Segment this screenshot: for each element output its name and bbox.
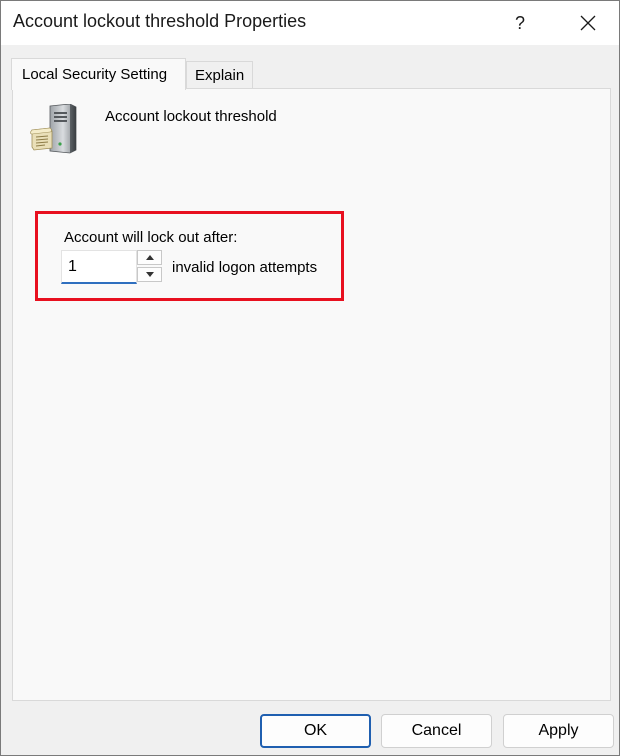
help-icon: ? <box>514 12 525 33</box>
window-title: Account lockout threshold Properties <box>13 11 307 31</box>
chevron-down-icon <box>145 272 154 277</box>
tab-strip: Local Security Setting Explain <box>1 45 619 90</box>
help-button[interactable]: ? <box>497 1 543 45</box>
lockout-threshold-field[interactable] <box>61 250 137 284</box>
close-icon <box>580 15 596 31</box>
lockout-label: Account will lock out after: <box>64 229 238 246</box>
tab-explain[interactable]: Explain <box>186 61 253 89</box>
server-policy-icon <box>30 104 77 154</box>
spin-up-button[interactable] <box>137 250 162 265</box>
cancel-button[interactable]: Cancel <box>381 714 492 748</box>
chevron-up-icon <box>145 255 154 260</box>
lockout-threshold-spinner <box>137 250 163 283</box>
policy-name: Account lockout threshold <box>105 108 277 125</box>
properties-dialog: Account lockout threshold Properties ? L… <box>0 0 620 756</box>
lockout-threshold-input[interactable] <box>62 251 136 282</box>
spin-down-button[interactable] <box>137 267 162 282</box>
attempts-suffix-label: invalid logon attempts <box>172 259 318 276</box>
title-bar: Account lockout threshold Properties ? <box>1 1 619 45</box>
tab-local-security-setting[interactable]: Local Security Setting <box>11 58 186 90</box>
apply-button[interactable]: Apply <box>503 714 614 748</box>
tab-panel: Account lockout threshold Account will l… <box>12 88 611 701</box>
ok-button[interactable]: OK <box>260 714 371 748</box>
close-button[interactable] <box>565 1 611 45</box>
